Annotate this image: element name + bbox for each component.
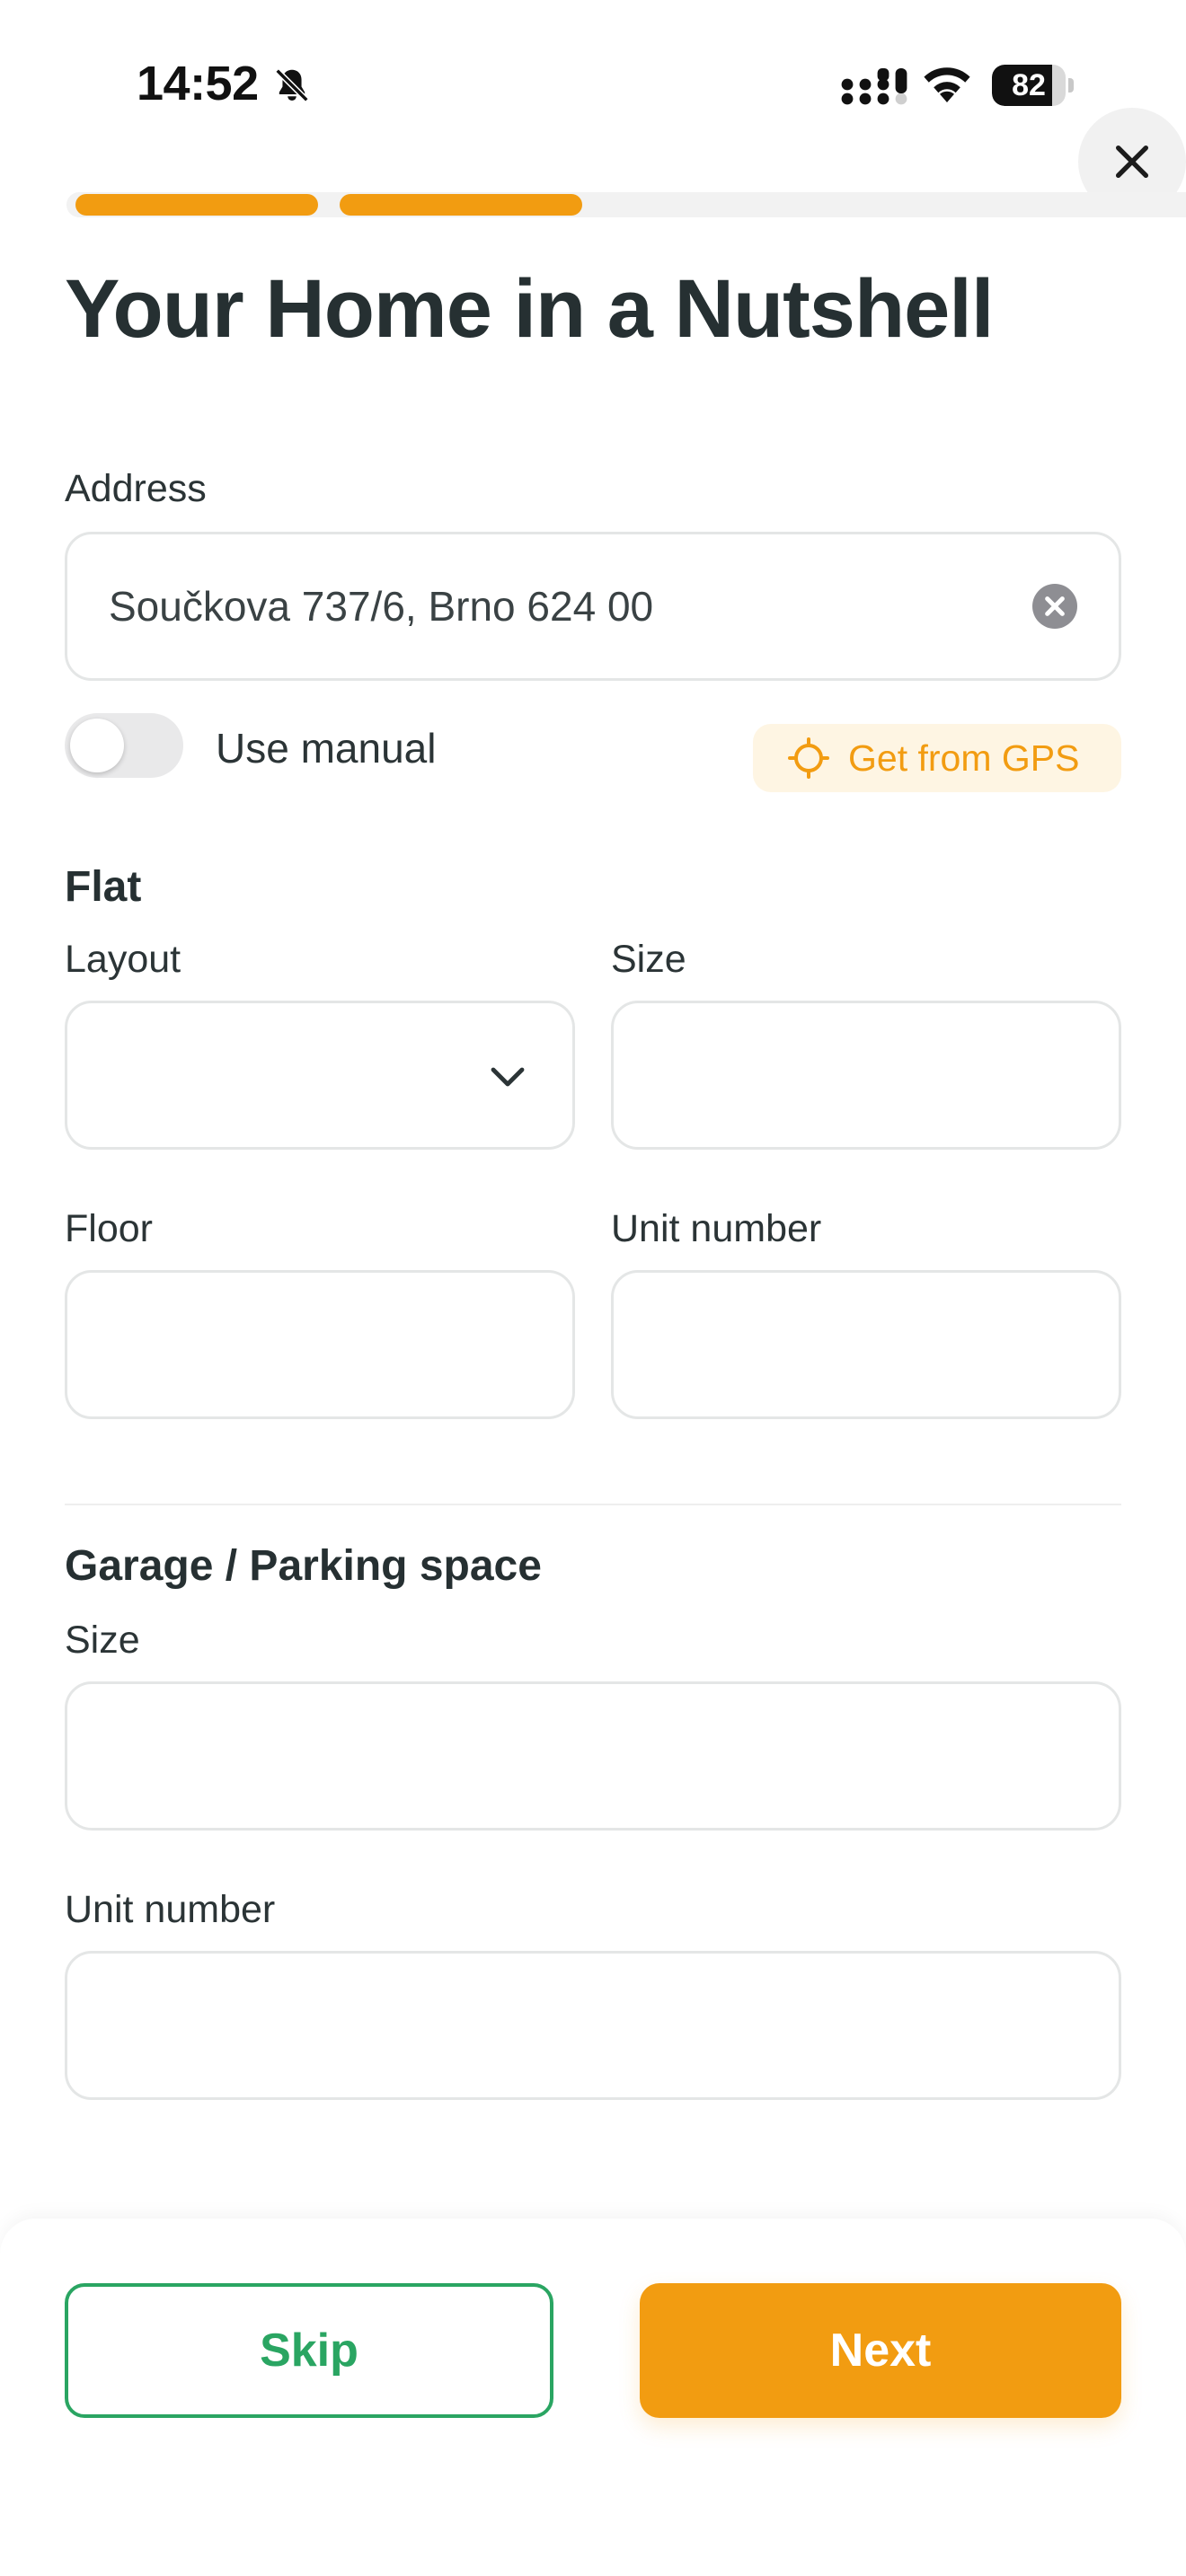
screen: 14:52 82 Your Home in a Nutshell Address… [0, 0, 1186, 2576]
floor-label: Floor [65, 1207, 153, 1250]
garage-unit-number-input[interactable] [65, 1951, 1121, 2100]
floor-input[interactable] [65, 1270, 575, 1419]
toggle-knob [70, 719, 124, 772]
page-title: Your Home in a Nutshell [65, 263, 994, 355]
progress-segment-1 [75, 194, 318, 216]
use-manual-toggle[interactable] [65, 713, 183, 778]
next-button[interactable]: Next [640, 2283, 1121, 2418]
cellular-signal-icon [841, 68, 907, 105]
progress-segment-2 [340, 194, 582, 216]
section-divider [65, 1504, 1121, 1505]
status-time: 14:52 [137, 57, 259, 110]
gps-button-label: Get from GPS [848, 737, 1080, 779]
bell-muted-icon [275, 68, 309, 102]
layout-label: Layout [65, 938, 181, 981]
layout-select[interactable] [65, 1001, 575, 1150]
clear-input-icon[interactable] [1032, 584, 1077, 629]
onboarding-progress-bar [66, 192, 1186, 217]
close-icon [1115, 145, 1149, 179]
use-manual-label: Use manual [216, 725, 437, 772]
battery-indicator: 82 [992, 65, 1075, 106]
address-input[interactable]: Součkova 737/6, Brno 624 00 [65, 532, 1121, 681]
crosshair-icon [788, 737, 829, 779]
flat-size-input[interactable] [611, 1001, 1121, 1150]
status-bar: 14:52 82 [0, 0, 1186, 171]
wifi-icon [924, 67, 970, 102]
garage-section-title: Garage / Parking space [65, 1542, 542, 1590]
garage-size-input[interactable] [65, 1681, 1121, 1831]
battery-body: 82 [992, 65, 1066, 106]
battery-percent-label: 82 [1012, 68, 1046, 102]
chevron-down-icon [491, 1067, 525, 1087]
skip-button[interactable]: Skip [65, 2283, 553, 2418]
address-value: Součkova 737/6, Brno 624 00 [109, 583, 654, 630]
flat-unit-number-input[interactable] [611, 1270, 1121, 1419]
address-label: Address [65, 467, 207, 510]
battery-cap [1068, 78, 1074, 93]
flat-size-label: Size [611, 938, 686, 981]
flat-unit-number-label: Unit number [611, 1207, 822, 1250]
next-button-label: Next [829, 2325, 932, 2377]
get-from-gps-button[interactable]: Get from GPS [753, 724, 1121, 792]
garage-unit-number-label: Unit number [65, 1888, 276, 1931]
flat-section-title: Flat [65, 863, 142, 911]
garage-size-label: Size [65, 1619, 140, 1662]
skip-button-label: Skip [260, 2325, 358, 2377]
